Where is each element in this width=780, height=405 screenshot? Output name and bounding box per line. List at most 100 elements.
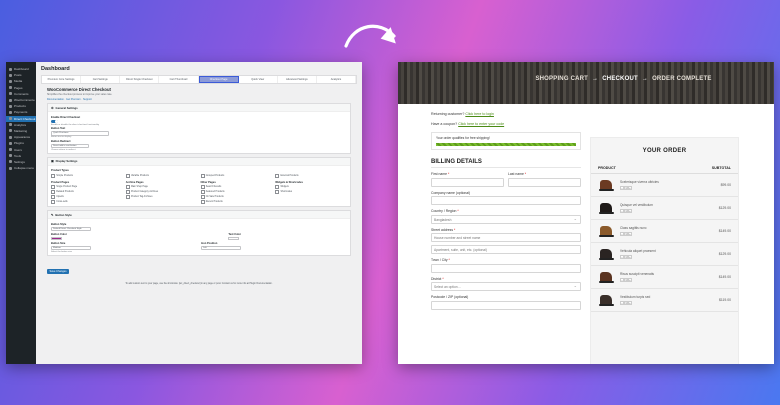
- checkbox-option[interactable]: Product Tag Archives: [126, 195, 198, 199]
- checkbox-option[interactable]: Shortcodes: [275, 190, 347, 194]
- product-name[interactable]: Class sagittis nunc: [620, 226, 719, 230]
- settings-tab[interactable]: Checkout Page: [198, 76, 239, 83]
- brush-icon: ✎: [51, 212, 54, 217]
- menu-icon: [9, 129, 12, 133]
- menu-icon: [9, 160, 12, 164]
- color-label: Button Color: [51, 232, 67, 236]
- product-name[interactable]: Vestibulum turpis sed: [620, 295, 719, 299]
- settings-tab[interactable]: Quick View: [239, 76, 278, 83]
- checkbox-option[interactable]: Widgets: [275, 185, 347, 189]
- settings-tab[interactable]: Advanced Settings: [278, 76, 317, 83]
- settings-tab[interactable]: Cart Thumbnail: [159, 76, 199, 83]
- town-input[interactable]: [431, 263, 581, 273]
- checkbox-option[interactable]: Single Product Page: [51, 185, 123, 189]
- size-label: Button Size: [51, 241, 66, 245]
- checkbox-option[interactable]: On Sale Products: [201, 195, 273, 199]
- product-thumbnail[interactable]: [598, 224, 614, 238]
- plus-icon[interactable]: +: [628, 255, 632, 259]
- settings-tab[interactable]: Premium Core Settings: [42, 76, 82, 83]
- order-item: Risus suscipit venenatis −1 + $149.00: [591, 266, 738, 289]
- plus-icon[interactable]: +: [628, 209, 632, 213]
- apartment-input[interactable]: Apartment, suite, unit, etc. (optional): [431, 245, 581, 254]
- checkbox-option[interactable]: Search Results: [201, 185, 273, 189]
- settings-tab[interactable]: Cart Settings: [81, 76, 121, 83]
- enable-hint: Enable or disable the direct checkout fu…: [51, 123, 100, 126]
- panel-header[interactable]: ✎ Button Style: [48, 211, 350, 220]
- product-subtotal: $149.00: [718, 275, 731, 279]
- coupon-link[interactable]: Click here to enter your code: [458, 122, 504, 126]
- product-thumbnail[interactable]: [598, 201, 614, 215]
- step-arrow-icon: →: [592, 76, 599, 82]
- button-style-panel: ✎ Button Style Button Style Default Direc…: [47, 210, 351, 256]
- postcode-input[interactable]: [431, 300, 581, 310]
- plus-icon[interactable]: +: [628, 301, 632, 305]
- redirect-select[interactable]: Direct add to cart button: [51, 143, 89, 148]
- button-text-input[interactable]: Quick Purchase: [51, 131, 109, 136]
- settings-tab[interactable]: Analytics: [317, 76, 356, 83]
- quantity-stepper[interactable]: −1 +: [620, 209, 719, 213]
- menu-icon: [9, 141, 12, 145]
- product-name[interactable]: Scelerisque viverra ultricies: [620, 180, 721, 184]
- checkbox-option[interactable]: External Products: [275, 174, 347, 178]
- product-thumbnail[interactable]: [598, 270, 614, 284]
- checkbox-option[interactable]: Main Shop Page: [126, 185, 198, 189]
- admin-footer-note: To add custom text to your page, use the…: [125, 282, 273, 285]
- checkbox-option[interactable]: Variable Products: [126, 174, 198, 178]
- country-select[interactable]: Bangladesh: [431, 214, 581, 224]
- product-thumbnail[interactable]: [598, 247, 614, 261]
- admin-screenshot: Dashboard Posts Media Pages Comments WooComme…: [6, 62, 362, 364]
- checkbox-option[interactable]: Upsells: [51, 195, 123, 199]
- size-select[interactable]: Medium: [51, 245, 91, 251]
- product-thumbnail[interactable]: [598, 178, 614, 192]
- plus-icon[interactable]: +: [628, 186, 632, 190]
- settings-tabs: Premium Core Settings Cart Settings Direct…: [41, 75, 357, 84]
- company-input[interactable]: [431, 196, 581, 205]
- enable-label: Enable Direct Checkout: [51, 115, 81, 119]
- first-name-input[interactable]: [431, 177, 504, 187]
- last-name-input[interactable]: [508, 177, 581, 187]
- panel-header[interactable]: ⚙ General Settings: [48, 104, 350, 112]
- quantity-stepper[interactable]: −1 +: [620, 255, 719, 259]
- checkbox-option[interactable]: Cross-sells: [51, 200, 123, 204]
- product-pages-col: Product Pages Single Product Page Related …: [51, 180, 123, 204]
- checkbox-option[interactable]: Grouped Products: [201, 174, 273, 178]
- panel-header[interactable]: ▣ Display Settings: [48, 157, 350, 166]
- order-title: YOUR ORDER: [642, 148, 687, 154]
- postcode-label: Postcode / ZIP (optional): [431, 295, 469, 299]
- quantity-stepper[interactable]: −1 +: [620, 186, 721, 190]
- plus-icon[interactable]: +: [628, 278, 632, 282]
- step-cart[interactable]: SHOPPING CART: [535, 76, 588, 82]
- other-pages-col: Other Pages Search Results Featured Produc…: [201, 180, 273, 204]
- plus-icon[interactable]: +: [628, 232, 632, 236]
- checkbox-option[interactable]: Product Category Archives: [126, 190, 198, 194]
- district-select[interactable]: Select an option…: [431, 282, 581, 291]
- order-item: Scelerisque viverra ultricies −1 + $99.00: [591, 174, 738, 197]
- position-select[interactable]: Left: [201, 245, 241, 251]
- sidebar-item[interactable]: Collapse menu: [6, 165, 36, 171]
- settings-tab[interactable]: Direct Single Checkout: [120, 76, 160, 83]
- menu-icon: [9, 86, 12, 90]
- redirect-label: Button Redirect: [51, 139, 71, 143]
- product-name[interactable]: Quisque vel vestibulum: [620, 203, 719, 207]
- enable-toggle[interactable]: [51, 119, 58, 123]
- product-name[interactable]: Vehicula aliquet praesent: [620, 249, 719, 253]
- text-color-label: Text Color: [228, 232, 241, 236]
- menu-icon: [9, 166, 12, 170]
- street-input[interactable]: House number and street name: [431, 233, 581, 242]
- quantity-stepper[interactable]: −1 +: [620, 301, 719, 305]
- last-name-label: Last name *: [508, 172, 527, 176]
- login-link[interactable]: Click here to login: [465, 112, 494, 116]
- product-thumbnail[interactable]: [598, 293, 614, 307]
- first-name-label: First name *: [431, 172, 450, 176]
- quantity-stepper[interactable]: −1 +: [620, 278, 719, 282]
- checkbox-option[interactable]: Recent Products: [201, 200, 273, 204]
- plugin-title: WooCommerce Direct Checkout: [47, 87, 111, 92]
- save-changes-button[interactable]: Save Changes: [47, 268, 70, 274]
- quantity-stepper[interactable]: −1 +: [620, 232, 719, 236]
- size-hint: Select the button size: [51, 250, 72, 253]
- checkbox-option[interactable]: Related Products: [51, 190, 123, 194]
- plugin-links[interactable]: Documentation · Get Premium · Support: [47, 98, 357, 101]
- checkbox-option[interactable]: Simple Products: [51, 174, 123, 178]
- checkbox-option[interactable]: Featured Products: [201, 190, 273, 194]
- product-name[interactable]: Risus suscipit venenatis: [620, 272, 719, 276]
